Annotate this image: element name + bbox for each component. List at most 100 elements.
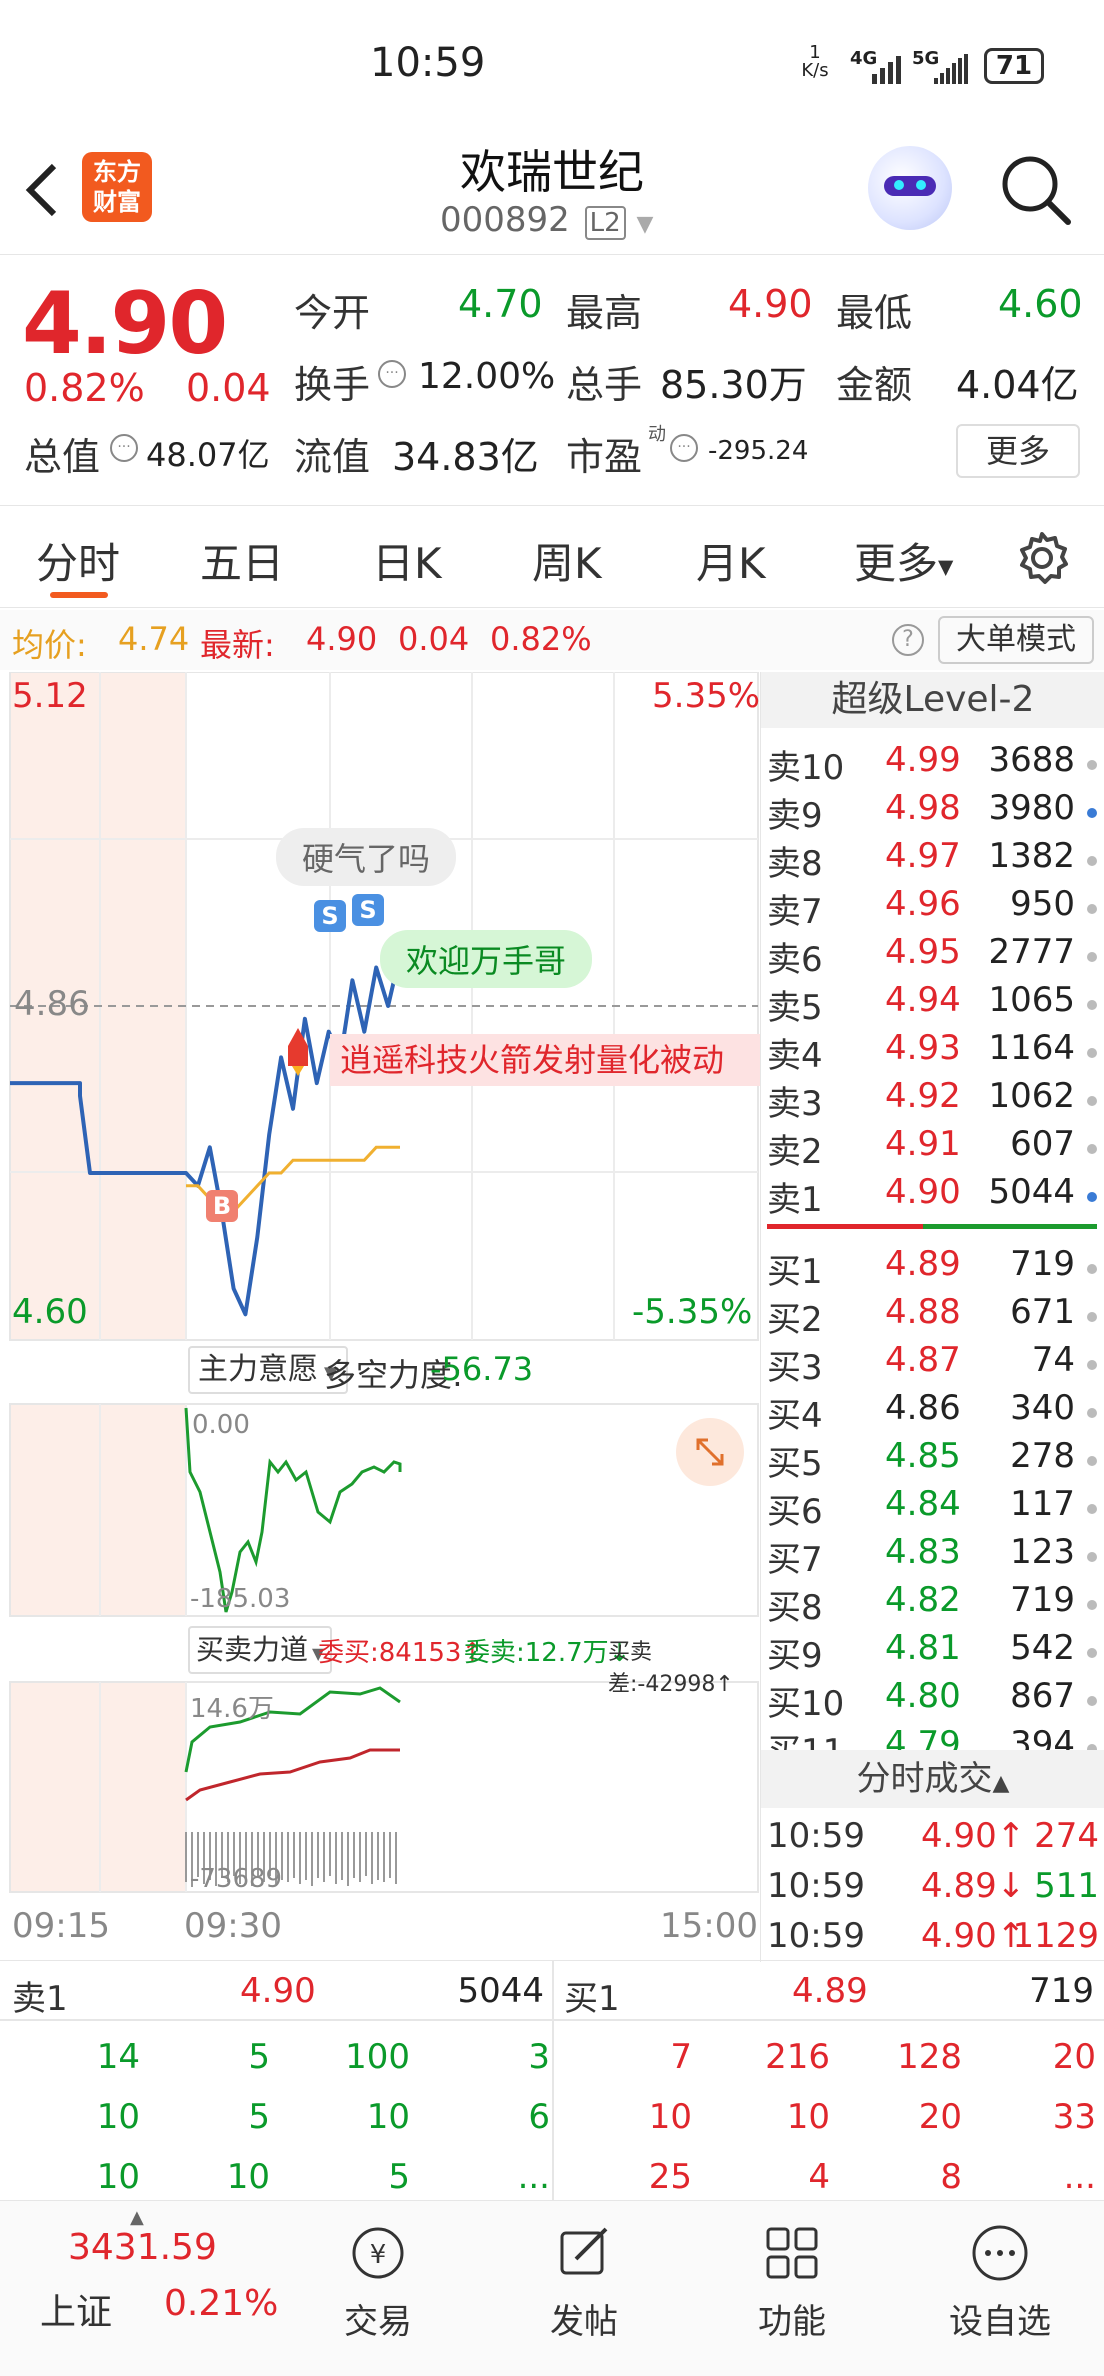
ask-row[interactable]: 卖3 4.92 1062 <box>761 1076 1104 1124</box>
expand-icon[interactable] <box>676 1418 744 1486</box>
bid-level-label: 买10 <box>767 1684 845 1724</box>
turnover-label: 换手 <box>294 363 371 407</box>
queue-buy-cell: 128 <box>897 2037 962 2077</box>
tab-monthly-k[interactable]: 月K <box>696 530 766 591</box>
bid-row[interactable]: 买4 4.86 340 <box>761 1388 1104 1436</box>
queue-buy-cell: 216 <box>765 2037 830 2077</box>
bid-row[interactable]: 买7 4.83 123 <box>761 1532 1104 1580</box>
queue-sell-cell: ... <box>517 2157 550 2197</box>
float-cap-label: 流值 <box>294 435 371 479</box>
signal-icon <box>872 54 902 84</box>
indicator1-top-label: 0.00 <box>192 1410 250 1440</box>
pe-sup: 动 <box>648 424 666 445</box>
robot-assistant-icon[interactable] <box>868 146 952 230</box>
queue-buy-cell: 7 <box>670 2037 692 2077</box>
queue-divider <box>552 1961 554 2201</box>
tab-five-day[interactable]: 五日 <box>200 530 284 591</box>
bid-row[interactable]: 买5 4.85 278 <box>761 1436 1104 1484</box>
buy-marker[interactable]: B <box>206 1190 238 1222</box>
trades-title[interactable]: 分时成交▲ <box>761 1750 1104 1808</box>
more-button[interactable]: 更多 <box>956 424 1080 478</box>
comment-bubble-green[interactable]: 欢迎万手哥 <box>380 930 593 988</box>
comment-bubble[interactable]: 硬气了吗 <box>276 828 457 886</box>
sell-marker[interactable]: S <box>314 900 346 932</box>
bid-level-label: 买2 <box>767 1300 823 1340</box>
signal-icon-2 <box>934 54 974 84</box>
bid-level-label: 买11 <box>767 1724 844 1750</box>
queue-buy-price: 4.89 <box>792 1971 868 2011</box>
bid-row[interactable]: 买2 4.88 671 <box>761 1292 1104 1340</box>
search-icon[interactable] <box>998 152 1074 228</box>
ask-volume: 3688 <box>988 740 1075 780</box>
help-icon[interactable]: ? <box>892 624 924 656</box>
tab-weekly-k[interactable]: 周K <box>532 530 602 591</box>
ask-volume: 1164 <box>988 1028 1075 1068</box>
queue-sell-cell: 6 <box>528 2097 550 2137</box>
info-icon[interactable]: ··· <box>670 434 698 462</box>
indicator2-select[interactable]: 买卖力道 ▼ <box>188 1626 333 1674</box>
bid-row[interactable]: 买10 4.80 867 <box>761 1676 1104 1724</box>
trade-row: 10:59 4.90↑ 1129 <box>761 1916 1104 1966</box>
indicator2-bid-volume: 委买:84153↑ <box>318 1638 484 1668</box>
ask-row[interactable]: 卖6 4.95 2777 <box>761 932 1104 980</box>
bid-price: 4.88 <box>885 1292 961 1332</box>
bid-price: 4.89 <box>885 1244 961 1284</box>
nav-trade[interactable]: ¥ 交易 <box>308 2221 448 2343</box>
bid-level-label: 买3 <box>767 1348 823 1388</box>
bid-dot <box>1087 1504 1097 1514</box>
low-value: 4.60 <box>998 282 1083 326</box>
ask-price: 4.99 <box>885 740 961 780</box>
nav-add-favorite[interactable]: 设自选 <box>930 2221 1070 2343</box>
ask-row[interactable]: 卖9 4.98 3980 <box>761 788 1104 836</box>
ask-dot <box>1087 1144 1097 1154</box>
bid-row[interactable]: 买9 4.81 542 <box>761 1628 1104 1676</box>
queue-sell-cell: 14 <box>96 2037 140 2077</box>
bid-row[interactable]: 买3 4.87 74 <box>761 1340 1104 1388</box>
bid-level-label: 买8 <box>767 1588 823 1628</box>
indicator2-red-line <box>185 1748 400 1802</box>
stock-code-row[interactable]: 000892 L2 ▼ <box>440 200 660 240</box>
gear-icon[interactable] <box>1014 530 1070 586</box>
ask-row[interactable]: 卖2 4.91 607 <box>761 1124 1104 1172</box>
latest-change: 0.04 <box>398 620 470 658</box>
caret-down-icon: ▼ <box>938 554 954 579</box>
index-name[interactable]: 上证 <box>40 2283 112 2335</box>
comment-bubble-red[interactable]: 逍遥科技火箭发射量化被动 <box>330 1034 760 1086</box>
bid-row[interactable]: 买6 4.84 117 <box>761 1484 1104 1532</box>
bid-row[interactable]: 买8 4.82 719 <box>761 1580 1104 1628</box>
tab-more[interactable]: 更多▼ <box>854 530 953 591</box>
tab-daily-k[interactable]: 日K <box>372 530 442 591</box>
ask-row[interactable]: 卖8 4.97 1382 <box>761 836 1104 884</box>
index-value[interactable]: 3431.59 <box>68 2227 217 2268</box>
time-axis-end: 15:00 <box>660 1906 758 1946</box>
ask-row[interactable]: 卖4 4.93 1164 <box>761 1028 1104 1076</box>
nav-post[interactable]: 发帖 <box>514 2221 654 2343</box>
sell-marker[interactable]: S <box>352 894 384 926</box>
nav-functions[interactable]: 功能 <box>722 2221 862 2343</box>
ask-row[interactable]: 卖7 4.96 950 <box>761 884 1104 932</box>
queue-sell-cell: 5 <box>248 2037 270 2077</box>
ask-price: 4.94 <box>885 980 961 1020</box>
info-icon[interactable]: ··· <box>378 360 406 388</box>
index-percent[interactable]: 0.21% <box>164 2283 278 2324</box>
y-axis-top: 5.12 <box>12 676 88 716</box>
bid-row[interactable]: 买11 4.79 394 <box>761 1724 1104 1750</box>
queue-sell-price: 4.90 <box>240 1971 316 2011</box>
ask-row[interactable]: 卖5 4.94 1065 <box>761 980 1104 1028</box>
trade-time: 10:59 <box>767 1916 865 1956</box>
big-order-mode-button[interactable]: 大单模式 <box>938 616 1094 664</box>
trade-icon: ¥ <box>352 2227 404 2279</box>
queue-sell-volume: 5044 <box>457 1971 544 2011</box>
info-icon[interactable]: ··· <box>110 434 138 462</box>
bid-row[interactable]: 买1 4.89 719 <box>761 1244 1104 1292</box>
bid-volume: 74 <box>1031 1340 1075 1380</box>
order-book: 超级Level-2 卖10 4.99 3688 卖9 4.98 3980 卖8 4.97 138… <box>760 672 1104 1962</box>
ask-row[interactable]: 卖1 4.90 5044 <box>761 1172 1104 1220</box>
ask-price: 4.95 <box>885 932 961 972</box>
tab-intraday[interactable]: 分时 <box>36 530 120 591</box>
ask-row[interactable]: 卖10 4.99 3688 <box>761 740 1104 788</box>
queue-buy-cell: 25 <box>648 2157 692 2197</box>
mktcap-value: 48.07亿 <box>146 436 270 474</box>
ask-dot <box>1087 904 1097 914</box>
bid-dot <box>1087 1600 1097 1610</box>
